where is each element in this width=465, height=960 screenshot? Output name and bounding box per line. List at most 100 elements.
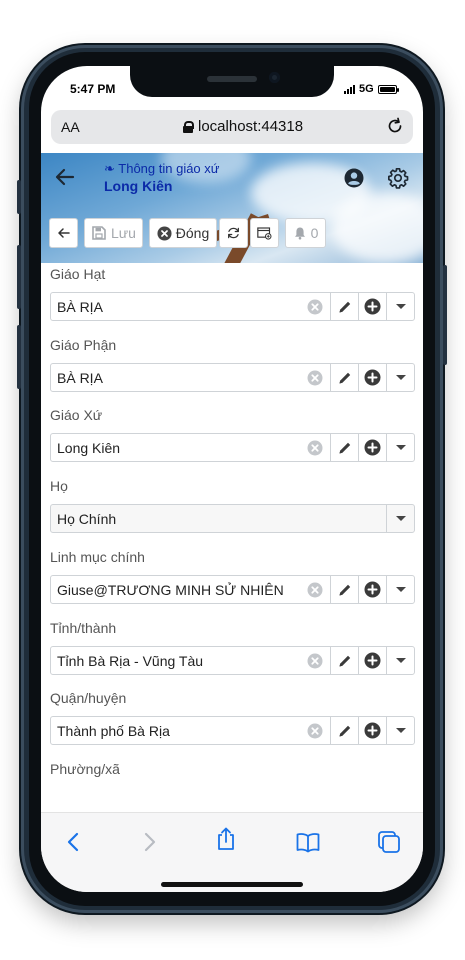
edit-button[interactable]	[330, 576, 358, 603]
signal-icon	[344, 84, 355, 94]
bookmarks-icon[interactable]	[295, 829, 321, 855]
combobox-field[interactable]: Thành phố Bà Rịa	[50, 716, 415, 745]
chevron-down-icon	[395, 728, 406, 733]
form-field: Quận/huyện Thành phố Bà Rịa	[50, 690, 415, 745]
clear-icon[interactable]	[307, 299, 323, 315]
field-label: Tỉnh/thành	[50, 620, 117, 636]
edit-button[interactable]	[330, 364, 358, 391]
status-time: 5:47 PM	[70, 82, 116, 96]
edit-button[interactable]	[330, 293, 358, 320]
combobox-field[interactable]: Giuse@TRƯƠNG MINH SỬ NHIÊN	[50, 575, 415, 604]
field-value: Tỉnh Bà Rịa - Vũng Tàu	[57, 652, 204, 669]
field-label: Linh mục chính	[50, 549, 145, 565]
form-field: Giáo Xứ Long Kiên	[50, 407, 415, 462]
reload-icon[interactable]	[385, 116, 405, 136]
notifications-button[interactable]: 0	[285, 218, 326, 248]
add-button[interactable]	[358, 434, 386, 461]
chevron-down-icon	[395, 658, 406, 663]
volume-down-button	[17, 325, 21, 389]
edit-button[interactable]	[330, 434, 358, 461]
save-label: Lưu	[111, 225, 136, 241]
clear-icon[interactable]	[307, 653, 323, 669]
user-icon[interactable]	[344, 168, 364, 188]
url-text: localhost:44318	[198, 118, 304, 135]
chevron-down-icon	[395, 375, 406, 380]
field-value: Giuse@TRƯƠNG MINH SỬ NHIÊN	[57, 581, 284, 598]
dropdown-toggle[interactable]	[386, 717, 414, 744]
dropdown-toggle[interactable]	[386, 576, 414, 603]
field-label: Giáo Xứ	[50, 407, 103, 423]
address-bar[interactable]: AA localhost:44318	[51, 110, 413, 144]
combobox-field[interactable]: Tỉnh Bà Rịa - Vũng Tàu	[50, 646, 415, 675]
battery-icon	[377, 84, 399, 94]
form-field: Tỉnh/thành Tỉnh Bà Rịa - Vũng Tàu	[50, 620, 415, 675]
refresh-icon	[228, 227, 239, 239]
dropdown-toggle[interactable]	[386, 434, 414, 461]
field-value: Họ Chính	[57, 510, 117, 527]
arrow-left-icon	[57, 228, 70, 238]
edit-button[interactable]	[330, 717, 358, 744]
save-button[interactable]: Lưu	[84, 218, 143, 248]
clear-icon[interactable]	[307, 582, 323, 598]
bell-icon	[294, 227, 305, 240]
dropdown-toggle[interactable]	[386, 647, 414, 674]
front-camera	[269, 72, 280, 83]
close-button[interactable]: Đóng	[149, 218, 217, 248]
dropdown-toggle[interactable]	[386, 505, 414, 532]
plus-circle-icon	[364, 439, 381, 456]
toolbar: Lưu Đóng 0	[49, 218, 326, 248]
pencil-icon	[339, 655, 350, 666]
pencil-icon	[339, 372, 350, 383]
volume-up-button	[17, 245, 21, 309]
field-value: BÀ RỊA	[57, 369, 103, 386]
add-button[interactable]	[358, 364, 386, 391]
field-value: Thành phố Bà Rịa	[57, 722, 170, 739]
form-field: Giáo Phận BÀ RỊA	[50, 337, 415, 392]
screen: 5:47 PM 5G AA localhost:44318 ❧ Thông ti…	[41, 66, 423, 892]
open-window-button[interactable]	[250, 218, 279, 248]
plus-circle-icon	[364, 298, 381, 315]
gear-icon[interactable]	[387, 167, 409, 189]
browser-toolbar	[41, 812, 423, 892]
plus-circle-icon	[364, 722, 381, 739]
plus-circle-icon	[364, 581, 381, 598]
tabs-icon[interactable]	[376, 829, 402, 855]
field-label: Họ	[50, 478, 68, 494]
combobox-field[interactable]: BÀ RỊA	[50, 363, 415, 392]
dropdown-toggle[interactable]	[386, 293, 414, 320]
back-arrow-icon[interactable]	[53, 165, 77, 189]
close-circle-icon	[157, 225, 172, 241]
select-field[interactable]: Họ Chính	[50, 504, 415, 533]
add-button[interactable]	[358, 293, 386, 320]
toolbar-back-button[interactable]	[49, 218, 78, 248]
lock-icon	[183, 120, 194, 133]
text-size-label: AA	[61, 119, 80, 135]
mute-switch	[17, 180, 21, 214]
edit-button[interactable]	[330, 647, 358, 674]
add-button[interactable]	[358, 647, 386, 674]
page-header: ❧ Thông tin giáo xứ Long Kiên Lưu Đóng 0	[41, 153, 423, 263]
page-subtitle: ❧ Thông tin giáo xứ	[104, 161, 220, 176]
pencil-icon	[339, 725, 350, 736]
share-icon[interactable]	[213, 826, 239, 852]
chevron-down-icon	[395, 445, 406, 450]
field-label: Giáo Phận	[50, 337, 117, 353]
clear-icon[interactable]	[307, 440, 323, 456]
add-button[interactable]	[358, 717, 386, 744]
refresh-button[interactable]	[219, 218, 248, 248]
forward-icon[interactable]	[136, 829, 162, 855]
clear-icon[interactable]	[307, 723, 323, 739]
text-size-button[interactable]: AA	[61, 119, 80, 135]
url-display[interactable]: localhost:44318	[183, 118, 303, 135]
back-icon[interactable]	[61, 829, 87, 855]
field-label: Quận/huyện	[50, 690, 127, 706]
add-button[interactable]	[358, 576, 386, 603]
status-indicators: 5G	[344, 83, 399, 95]
form-field: Họ Họ Chính	[50, 478, 415, 533]
combobox-field[interactable]: BÀ RỊA	[50, 292, 415, 321]
pencil-icon	[339, 442, 350, 453]
clear-icon[interactable]	[307, 370, 323, 386]
combobox-field[interactable]: Long Kiên	[50, 433, 415, 462]
dropdown-toggle[interactable]	[386, 364, 414, 391]
chevron-down-icon	[395, 304, 406, 309]
